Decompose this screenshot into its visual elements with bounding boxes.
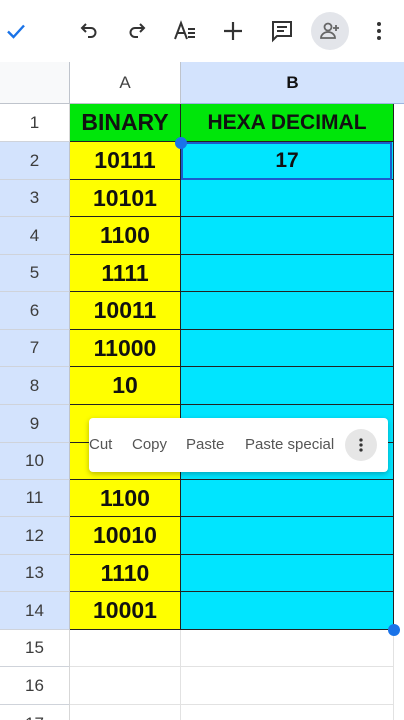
cell-binary[interactable]: 1111 — [70, 255, 181, 292]
checkmark-icon[interactable] — [0, 12, 35, 50]
table-row: 6 10011 — [0, 292, 404, 330]
table-row: 13 1110 — [0, 555, 404, 592]
row-number[interactable]: 15 — [0, 630, 70, 667]
column-c-edge — [394, 104, 404, 142]
column-c-edge — [394, 443, 404, 480]
cell-binary[interactable]: 1100 — [70, 480, 181, 517]
redo-icon[interactable] — [118, 12, 156, 50]
cell-hexadecimal[interactable] — [181, 255, 394, 292]
column-c-edge — [394, 217, 404, 255]
table-row: 12 10010 — [0, 517, 404, 555]
row-number[interactable]: 17 — [0, 705, 70, 720]
cell-binary[interactable] — [70, 705, 181, 720]
table-row: 17 — [0, 705, 404, 720]
column-header-row: A B — [0, 62, 404, 104]
row-number[interactable]: 7 — [0, 330, 70, 367]
table-row: 7 11000 — [0, 330, 404, 367]
table-row: 5 1111 — [0, 255, 404, 292]
paste-menu-item[interactable]: Paste — [186, 436, 224, 453]
selection-end-handle[interactable] — [388, 624, 400, 636]
column-c-edge — [394, 180, 404, 217]
table-row: 16 — [0, 667, 404, 705]
table-row: 1 BINARY HEXA DECIMAL — [0, 104, 404, 142]
cell-hexadecimal[interactable] — [181, 292, 394, 330]
row-number[interactable]: 4 — [0, 217, 70, 255]
row-number[interactable]: 16 — [0, 667, 70, 705]
column-c-edge — [394, 555, 404, 592]
cell-hexadecimal[interactable] — [181, 667, 394, 705]
cell-binary[interactable]: 10010 — [70, 517, 181, 555]
cell-binary[interactable]: 10001 — [70, 592, 181, 630]
cell-binary[interactable] — [70, 667, 181, 705]
row-number[interactable]: 10 — [0, 443, 70, 480]
cell-binary[interactable]: 1100 — [70, 217, 181, 255]
cell-binary[interactable]: 1110 — [70, 555, 181, 592]
row-number[interactable]: 14 — [0, 592, 70, 630]
selection-start-handle[interactable] — [175, 137, 187, 149]
cell-binary[interactable]: 10 — [70, 367, 181, 405]
text-format-icon[interactable] — [166, 12, 204, 50]
share-icon[interactable] — [311, 12, 349, 50]
table-row: 2 10111 17 — [0, 142, 404, 180]
cell-binary[interactable]: 10111 — [70, 142, 181, 180]
table-row: 3 10101 — [0, 180, 404, 217]
table-row: 14 10001 — [0, 592, 404, 630]
insert-icon[interactable] — [214, 12, 252, 50]
column-c-edge — [394, 480, 404, 517]
cell-hexadecimal[interactable] — [181, 555, 394, 592]
table-row: 11 1100 — [0, 480, 404, 517]
row-number[interactable]: 2 — [0, 142, 70, 180]
column-c-edge — [394, 405, 404, 443]
cell-hexadecimal[interactable] — [181, 330, 394, 367]
column-c-edge — [394, 142, 404, 180]
column-c-edge — [394, 330, 404, 367]
paste-special-menu-item[interactable]: Paste special — [245, 436, 334, 453]
cell-binary[interactable]: 11000 — [70, 330, 181, 367]
cell-hexadecimal[interactable] — [181, 367, 394, 405]
row-number[interactable]: 5 — [0, 255, 70, 292]
column-c-edge — [394, 255, 404, 292]
column-c-edge — [394, 705, 404, 720]
cell-binary[interactable]: 10011 — [70, 292, 181, 330]
table-row: 4 1100 — [0, 217, 404, 255]
column-header-a[interactable]: A — [70, 62, 181, 104]
row-number[interactable]: 9 — [0, 405, 70, 443]
more-vert-icon[interactable] — [360, 12, 398, 50]
cell-hexadecimal[interactable] — [181, 180, 394, 217]
cell-binary[interactable]: BINARY — [70, 104, 181, 142]
table-row: 8 10 — [0, 367, 404, 405]
context-menu: Cut Copy Paste Paste special — [89, 418, 388, 472]
row-number[interactable]: 13 — [0, 555, 70, 592]
column-c-edge — [394, 367, 404, 405]
cell-hexadecimal[interactable] — [181, 217, 394, 255]
cell-hexadecimal[interactable] — [181, 630, 394, 667]
table-row: 15 — [0, 630, 404, 667]
row-number[interactable]: 8 — [0, 367, 70, 405]
row-number[interactable]: 6 — [0, 292, 70, 330]
cell-binary[interactable]: 10101 — [70, 180, 181, 217]
row-number[interactable]: 11 — [0, 480, 70, 517]
cell-hexadecimal[interactable]: HEXA DECIMAL — [181, 104, 394, 142]
column-c-edge — [394, 667, 404, 705]
cell-hexadecimal[interactable] — [181, 517, 394, 555]
column-c-edge — [394, 292, 404, 330]
cut-menu-item[interactable]: Cut — [89, 436, 112, 453]
column-c-edge — [394, 517, 404, 555]
cell-hexadecimal[interactable]: 17 — [181, 142, 394, 180]
row-number[interactable]: 12 — [0, 517, 70, 555]
cell-binary[interactable] — [70, 630, 181, 667]
column-header-b[interactable]: B — [181, 62, 404, 104]
undo-icon[interactable] — [70, 12, 108, 50]
row-number[interactable]: 3 — [0, 180, 70, 217]
select-all-corner[interactable] — [0, 62, 70, 104]
cell-hexadecimal[interactable] — [181, 592, 394, 630]
row-number[interactable]: 1 — [0, 104, 70, 142]
copy-menu-item[interactable]: Copy — [132, 436, 167, 453]
cell-hexadecimal[interactable] — [181, 480, 394, 517]
cell-hexadecimal[interactable] — [181, 705, 394, 720]
toolbar — [0, 0, 404, 62]
more-options-icon[interactable] — [345, 429, 377, 461]
comment-icon[interactable] — [263, 12, 301, 50]
